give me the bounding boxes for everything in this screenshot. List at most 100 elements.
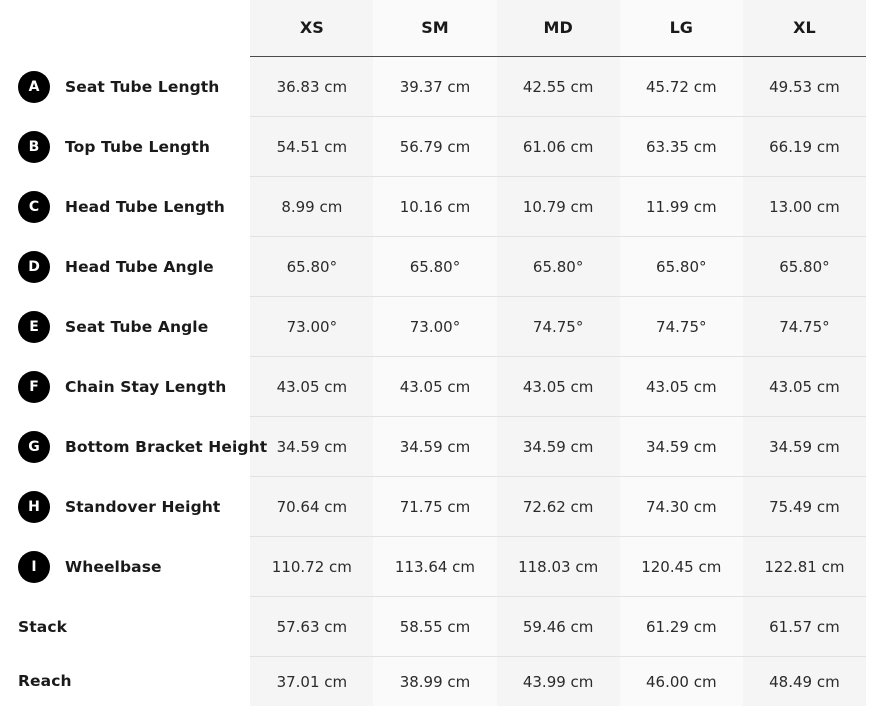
measurement-name: Chain Stay Length <box>65 377 227 396</box>
measurement-value: 70.64 cm <box>250 476 374 537</box>
measurement-name: Bottom Bracket Height <box>65 437 268 456</box>
measurement-value: 43.05 cm <box>742 356 866 417</box>
measurement-label: I Wheelbase <box>0 550 250 583</box>
measurement-name: Seat Tube Angle <box>65 317 209 336</box>
measurement-value: 57.63 cm <box>250 596 374 657</box>
measurement-value: 75.49 cm <box>742 476 866 537</box>
header-corner <box>0 0 251 57</box>
letter-badge: D <box>18 250 50 283</box>
table-row: Stack 57.63 cm 58.55 cm 59.46 cm 61.29 cm 61.… <box>0 596 866 657</box>
table-row: H Standover Height 70.64 cm 71.75 cm 72.62 c… <box>0 476 866 537</box>
measurement-value: 65.80° <box>619 236 743 297</box>
measurement-label: Stack <box>0 618 250 636</box>
measurement-name: Stack <box>18 617 68 636</box>
measurement-value: 34.59 cm <box>373 416 497 477</box>
measurement-value: 34.59 cm <box>250 416 374 477</box>
measurement-value: 65.80° <box>373 236 497 297</box>
measurement-value: 34.59 cm <box>496 416 620 477</box>
size-header-md: MD <box>496 0 620 57</box>
measurement-value: 38.99 cm <box>399 672 471 691</box>
measurement-value: 56.79 cm <box>373 116 497 177</box>
measurement-value: 43.05 cm <box>373 356 497 417</box>
size-header-xl: XL <box>742 0 866 57</box>
size-header-xs: XS <box>250 0 374 57</box>
measurement-value: 120.45 cm <box>619 536 743 597</box>
measurement-value: 65.80° <box>250 236 374 297</box>
table-row: Reach 37.01 cm 38.99 cm 43.99 cm 46.00 cm 48.… <box>0 656 866 706</box>
table-row: I Wheelbase 110.72 cm 113.64 cm 118.03 cm 120… <box>0 536 866 597</box>
measurement-value: 34.59 cm <box>619 416 743 477</box>
measurement-label: Reach <box>0 672 250 690</box>
measurement-name: Head Tube Length <box>65 197 225 216</box>
measurement-value: 13.00 cm <box>742 176 866 237</box>
size-header-row: XS SM MD LG XL <box>0 0 866 57</box>
letter-badge: E <box>18 310 50 343</box>
measurement-name: Seat Tube Length <box>65 77 220 96</box>
measurement-label-cell: G Bottom Bracket Height <box>0 416 267 477</box>
letter-badge: B <box>18 130 50 163</box>
table-row: G Bottom Bracket Height 34.59 cm 34.59 cm 34… <box>0 416 866 477</box>
measurement-value: 73.00° <box>373 296 497 357</box>
measurement-label: E Seat Tube Angle <box>0 310 250 343</box>
measurement-value: 61.29 cm <box>619 596 743 657</box>
letter-badge: H <box>18 490 50 523</box>
measurement-label-cell: C Head Tube Length <box>0 176 251 237</box>
measurement-value: 113.64 cm <box>373 536 497 597</box>
measurement-value: 59.46 cm <box>496 596 620 657</box>
size-header-sm: SM <box>373 0 497 57</box>
measurement-value: 10.16 cm <box>373 176 497 237</box>
letter-badge: G <box>18 430 50 463</box>
measurement-value: 42.55 cm <box>496 56 620 117</box>
measurement-value: 73.00° <box>250 296 374 357</box>
letter-badge: A <box>18 70 50 103</box>
measurement-value: 46.00 cm <box>645 672 717 691</box>
measurement-value: 118.03 cm <box>496 536 620 597</box>
measurement-label-cell: E Seat Tube Angle <box>0 296 251 357</box>
measurement-value: 122.81 cm <box>742 536 866 597</box>
measurement-value: 10.79 cm <box>496 176 620 237</box>
measurement-value: 34.59 cm <box>742 416 866 477</box>
measurement-value: 61.57 cm <box>742 596 866 657</box>
size-header-lg: LG <box>619 0 743 57</box>
measurement-label-cell: D Head Tube Angle <box>0 236 251 297</box>
measurement-label: G Bottom Bracket Height <box>0 430 267 463</box>
letter-badge: C <box>18 190 50 223</box>
measurement-label-cell: F Chain Stay Length <box>0 356 251 417</box>
measurement-label: B Top Tube Length <box>0 130 250 163</box>
measurement-value: 43.99 cm <box>522 672 594 691</box>
measurement-value: 74.75° <box>742 296 866 357</box>
geometry-table: XS SM MD LG XL A Seat Tube Length 36.83 cm… <box>0 0 866 706</box>
measurement-name: Reach <box>18 672 72 691</box>
measurement-value: 45.72 cm <box>619 56 743 117</box>
measurement-value: 36.83 cm <box>250 56 374 117</box>
table-row: D Head Tube Angle 65.80° 65.80° 65.80° 65.80°… <box>0 236 866 297</box>
table-row: A Seat Tube Length 36.83 cm 39.37 cm 42.55 c… <box>0 56 866 117</box>
measurement-label: F Chain Stay Length <box>0 370 250 403</box>
measurement-label: D Head Tube Angle <box>0 250 250 283</box>
table-row: C Head Tube Length 8.99 cm 10.16 cm 10.79 cm… <box>0 176 866 237</box>
measurement-value: 8.99 cm <box>250 176 374 237</box>
measurement-value: 65.80° <box>496 236 620 297</box>
measurement-value: 48.49 cm <box>769 672 840 691</box>
measurement-value: 54.51 cm <box>250 116 374 177</box>
measurement-label-cell: I Wheelbase <box>0 536 251 597</box>
measurement-label-cell: A Seat Tube Length <box>0 56 251 117</box>
measurement-name: Head Tube Angle <box>65 257 214 276</box>
measurement-value: 65.80° <box>742 236 866 297</box>
measurement-label-cell: H Standover Height <box>0 476 251 537</box>
measurement-value: 49.53 cm <box>742 56 866 117</box>
measurement-value: 11.99 cm <box>619 176 743 237</box>
measurement-value: 43.05 cm <box>496 356 620 417</box>
letter-badge: F <box>18 370 50 403</box>
measurement-name: Wheelbase <box>65 557 162 576</box>
measurement-label-cell: Reach <box>0 656 251 706</box>
measurement-label-cell: B Top Tube Length <box>0 116 251 177</box>
measurement-label: C Head Tube Length <box>0 190 250 223</box>
letter-badge: I <box>18 550 50 583</box>
measurement-name: Standover Height <box>65 497 221 516</box>
measurement-value: 110.72 cm <box>250 536 374 597</box>
measurement-value: 63.35 cm <box>619 116 743 177</box>
measurement-value: 71.75 cm <box>373 476 497 537</box>
measurement-value: 37.01 cm <box>276 672 348 691</box>
measurement-value: 74.75° <box>496 296 620 357</box>
